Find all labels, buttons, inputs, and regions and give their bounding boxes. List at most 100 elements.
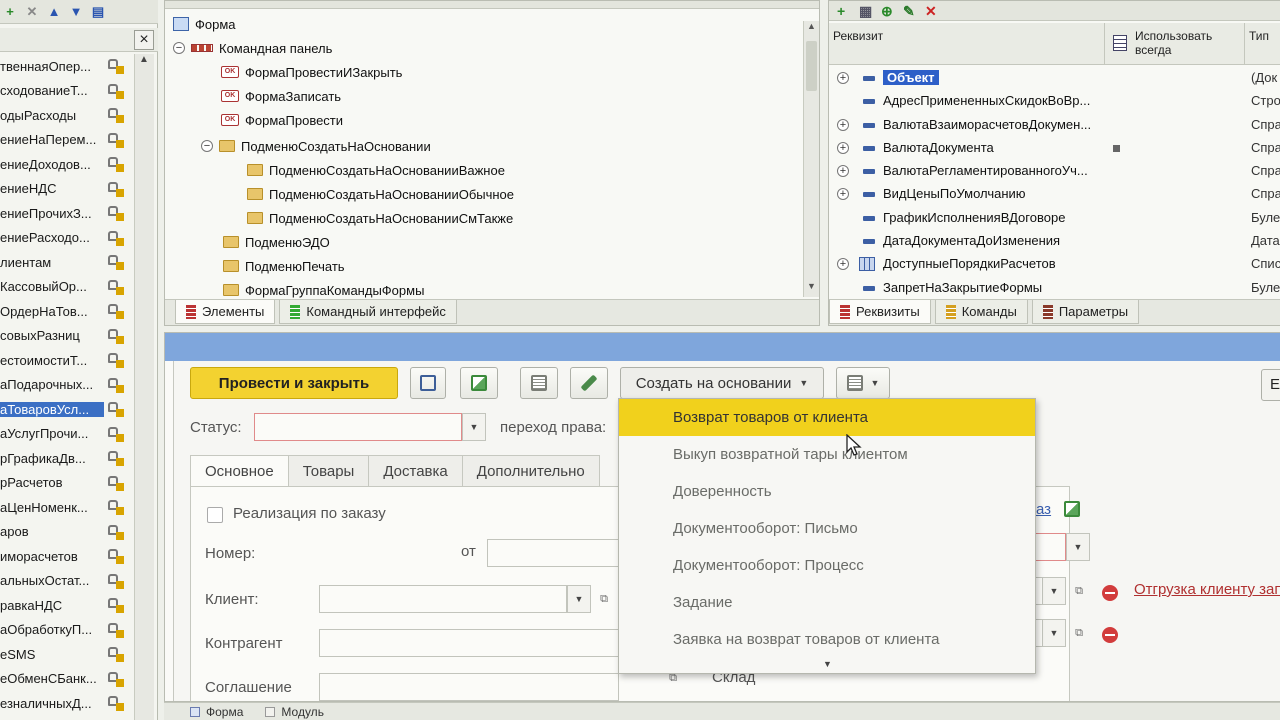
- open-client-icon[interactable]: ⧉: [593, 588, 615, 610]
- scroll-down-icon[interactable]: ▼: [804, 281, 819, 297]
- counterparty-field[interactable]: [319, 629, 619, 657]
- add-icon[interactable]: +: [2, 4, 18, 20]
- left-scrollbar[interactable]: ▲: [134, 54, 154, 720]
- delete-icon[interactable]: ✕: [925, 4, 939, 18]
- shipment-link[interactable]: Отгрузка клиенту зап: [1134, 581, 1280, 598]
- tab-commands[interactable]: Команды: [934, 300, 1028, 324]
- tab-additional[interactable]: Дополнительно: [461, 455, 600, 487]
- column-header-name[interactable]: Реквизит: [829, 23, 1105, 65]
- refresh-icon[interactable]: [1064, 501, 1080, 517]
- list-item[interactable]: аПодарочных...: [0, 373, 132, 398]
- table-row[interactable]: ДатаДокументаДоИзменения Дата: [829, 230, 1280, 253]
- tree-node-command[interactable]: OK ФормаЗаписать: [221, 85, 341, 107]
- list-item[interactable]: естоимостиТ...: [0, 348, 132, 373]
- table-row[interactable]: ЗапретНаЗакрытиеФормы Буле: [829, 277, 1280, 300]
- tree-node-command[interactable]: OK ФормаПровестиИЗакрыть: [221, 61, 402, 83]
- table-row[interactable]: + ВалютаВзаиморасчетовДокумен... Спра: [829, 114, 1280, 137]
- expand-icon[interactable]: +: [837, 118, 849, 131]
- tab-command-interface[interactable]: Командный интерфейс: [279, 300, 457, 324]
- menu-item-task[interactable]: Задание: [619, 584, 1035, 621]
- table-row[interactable]: + ВалютаДокумента Спра: [829, 137, 1280, 160]
- close-button[interactable]: ×: [134, 30, 154, 50]
- expand-icon[interactable]: +: [837, 72, 849, 84]
- column-header-always-use[interactable]: Использовать всегда: [1105, 23, 1245, 65]
- table-row[interactable]: + ДоступныеПорядкиРасчетов Спис: [829, 253, 1280, 276]
- status-field[interactable]: [254, 413, 462, 441]
- list-item[interactable]: рГрафикаДв...: [0, 446, 132, 471]
- list-item[interactable]: рРасчетов: [0, 471, 132, 496]
- more-button[interactable]: Е: [1261, 369, 1280, 401]
- list-item[interactable]: ениеРасходо...: [0, 226, 132, 251]
- column-header-type[interactable]: Тип: [1245, 23, 1280, 65]
- tab-module[interactable]: Модуль: [257, 703, 332, 720]
- status-dropdown[interactable]: ▼: [462, 413, 486, 441]
- client-field[interactable]: [319, 585, 567, 613]
- menu-item-docflow-process[interactable]: Документооборот: Процесс: [619, 547, 1035, 584]
- collapse-icon[interactable]: −: [201, 140, 213, 152]
- create-based-on-button[interactable]: Создать на основании ▼: [620, 367, 824, 399]
- expand-icon[interactable]: +: [837, 258, 849, 271]
- add-column-icon[interactable]: ⊕: [881, 4, 895, 18]
- list-item[interactable]: ениеНаПерем...: [0, 128, 132, 153]
- collapse-icon[interactable]: −: [173, 42, 185, 54]
- open-item-icon[interactable]: ⧉: [1068, 580, 1090, 602]
- scroll-up-icon[interactable]: ▲: [135, 54, 153, 72]
- list-item[interactable]: ениеНДС: [0, 177, 132, 202]
- list-item[interactable]: иморасчетов: [0, 544, 132, 569]
- add-attribute-icon[interactable]: +: [837, 4, 851, 18]
- tree-node-submenu[interactable]: ПодменюЭДО: [223, 231, 330, 253]
- menu-item-return-goods[interactable]: Возврат товаров от клиента: [619, 399, 1035, 436]
- list-item[interactable]: езналичныхД...: [0, 691, 132, 716]
- tree-node-form[interactable]: Форма: [173, 13, 236, 35]
- tree-node-submenu[interactable]: ПодменюСоздатьНаОснованииВажное: [247, 159, 505, 181]
- list-item[interactable]: аУслугПрочи...: [0, 422, 132, 447]
- right-dropdown-1[interactable]: ▼: [1066, 533, 1090, 561]
- tree-node-command[interactable]: OK ФормаПровести: [221, 109, 343, 131]
- table-row[interactable]: ГрафикИсполненияВДоговоре Буле: [829, 207, 1280, 230]
- menu-item-return-request[interactable]: Заявка на возврат товаров от клиента: [619, 621, 1035, 658]
- list-item[interactable]: еSMS: [0, 642, 132, 667]
- list-item[interactable]: ениеДоходов...: [0, 152, 132, 177]
- link-fragment[interactable]: аз: [1036, 501, 1051, 518]
- date-field[interactable]: [487, 539, 637, 567]
- table-row[interactable]: + ВидЦеныПоУмолчанию Спра: [829, 183, 1280, 206]
- list-item[interactable]: еОбменСБанк...: [0, 667, 132, 692]
- properties-icon[interactable]: ▤: [90, 4, 106, 20]
- by-order-checkbox[interactable]: [207, 507, 223, 523]
- right-dropdown-3[interactable]: ▼: [1042, 619, 1066, 647]
- print-menu-button[interactable]: ▼: [836, 367, 890, 399]
- tree-node-submenu[interactable]: ПодменюПечать: [223, 255, 345, 277]
- client-dropdown[interactable]: ▼: [567, 585, 591, 613]
- tab-elements[interactable]: Элементы: [175, 300, 276, 324]
- move-down-icon[interactable]: ▼: [68, 4, 84, 20]
- tree-node-submenu[interactable]: ПодменюСоздатьНаОснованииСмТакже: [247, 207, 513, 229]
- tree-node-group[interactable]: ФормаГруппаКомандыФормы: [223, 279, 424, 299]
- edit-icon[interactable]: ✎: [903, 4, 917, 18]
- list-item[interactable]: совыхРазниц: [0, 324, 132, 349]
- menu-item-container-buyback[interactable]: Выкуп возвратной тары клиентом: [619, 436, 1035, 473]
- expand-icon[interactable]: +: [837, 165, 849, 178]
- list-item[interactable]: равкаНДС: [0, 593, 132, 618]
- edit-button[interactable]: [570, 367, 608, 399]
- menu-scroll-down-icon[interactable]: ▼: [823, 659, 832, 669]
- tree-node-command-panel[interactable]: − Командная панель: [173, 37, 332, 59]
- list-item[interactable]: твеннаяОпер...: [0, 54, 132, 79]
- open-item-icon[interactable]: ⧉: [1068, 622, 1090, 644]
- scroll-up-icon[interactable]: ▲: [804, 21, 819, 37]
- post-button[interactable]: [460, 367, 498, 399]
- menu-item-docflow-letter[interactable]: Документооборот: Письмо: [619, 510, 1035, 547]
- list-item[interactable]: аров: [0, 520, 132, 545]
- expand-icon[interactable]: +: [837, 188, 849, 201]
- list-item-selected[interactable]: аТоваровУсл...: [0, 397, 132, 422]
- list-item[interactable]: аЦенНоменк...: [0, 495, 132, 520]
- menu-item-power-of-attorney[interactable]: Доверенность: [619, 473, 1035, 510]
- always-use-checkbox[interactable]: [1113, 144, 1120, 152]
- scroll-thumb[interactable]: [806, 41, 817, 91]
- delete-icon[interactable]: ✕: [24, 4, 40, 20]
- tab-goods[interactable]: Товары: [287, 455, 369, 487]
- table-row[interactable]: + Объект (Док: [829, 67, 1280, 90]
- list-item[interactable]: ениеПрочихЗ...: [0, 201, 132, 226]
- add-table-icon[interactable]: ▦: [859, 4, 873, 18]
- tree-node-submenu[interactable]: − ПодменюСоздатьНаОсновании: [201, 135, 431, 157]
- tab-parameters[interactable]: Параметры: [1031, 300, 1140, 324]
